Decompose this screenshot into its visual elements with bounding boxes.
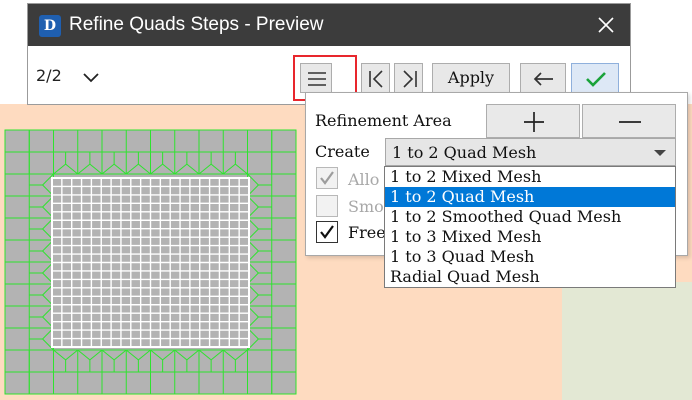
create-label: Create (315, 142, 370, 161)
close-button[interactable] (590, 10, 622, 40)
close-icon (598, 17, 614, 33)
back-button[interactable] (520, 63, 566, 93)
window-title: Refine Quads Steps - Preview (69, 14, 324, 35)
step-dropdown[interactable] (80, 68, 102, 86)
dropdown-option[interactable]: Radial Quad Mesh (385, 267, 675, 287)
refine-quads-dialog: D Refine Quads Steps - Preview 2/2 Apply (27, 3, 631, 105)
remove-area-button[interactable] (582, 104, 676, 138)
dropdown-option[interactable]: 1 to 2 Mixed Mesh (385, 167, 675, 187)
create-dropdown-list: 1 to 2 Mixed Mesh 1 to 2 Quad Mesh 1 to … (384, 166, 676, 288)
apply-button[interactable]: Apply (432, 63, 510, 93)
checkmark-icon (320, 171, 334, 185)
allow-checkbox-label: Allo (348, 170, 380, 189)
dropdown-option[interactable]: 1 to 3 Mixed Mesh (385, 227, 675, 247)
skip-last-icon (403, 70, 417, 88)
dropdown-arrow-icon (654, 150, 666, 156)
title-bar[interactable]: D Refine Quads Steps - Preview (28, 4, 630, 46)
dropdown-option[interactable]: 1 to 2 Smoothed Quad Mesh (385, 207, 675, 227)
free-checkbox[interactable] (316, 221, 338, 243)
first-step-button[interactable] (361, 63, 390, 93)
last-step-button[interactable] (394, 63, 423, 93)
arrow-left-icon (533, 72, 553, 86)
free-checkbox-label: Free (348, 223, 386, 242)
confirm-button[interactable] (571, 63, 619, 93)
chevron-down-icon (83, 73, 99, 83)
minus-icon (619, 121, 641, 123)
dropdown-option[interactable]: 1 to 2 Quad Mesh (385, 187, 675, 207)
dropdown-option[interactable]: 1 to 3 Quad Mesh (385, 247, 675, 267)
allow-checkbox[interactable] (316, 167, 338, 189)
create-select-value: 1 to 2 Quad Mesh (392, 143, 537, 162)
step-counter: 2/2 (36, 66, 62, 85)
create-select[interactable]: 1 to 2 Quad Mesh (385, 138, 676, 166)
skip-first-icon (369, 70, 383, 88)
refinement-area-label: Refinement Area (315, 111, 452, 130)
app-logo-icon: D (39, 15, 61, 37)
refined-edges (52, 178, 249, 347)
checkmark-icon (320, 225, 334, 239)
plus-icon (524, 112, 544, 132)
checkmark-icon (586, 72, 606, 87)
add-area-button[interactable] (486, 104, 580, 138)
smooth-checkbox[interactable] (316, 195, 338, 217)
